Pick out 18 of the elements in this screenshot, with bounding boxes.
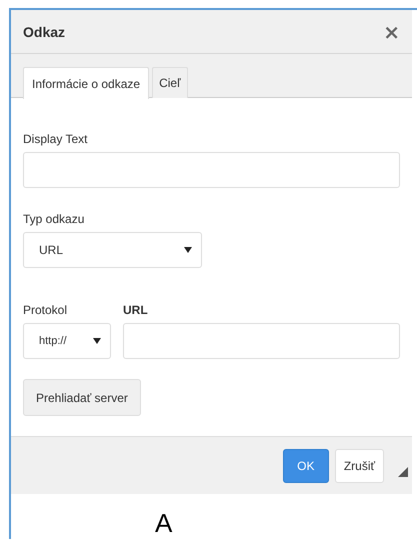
field-label: Typ odkazu (23, 212, 86, 226)
tab[interactable]: Cieľ (152, 67, 188, 98)
browse-button[interactable]: Prehliadať server (23, 379, 141, 416)
field-label: Display Text (23, 132, 88, 146)
dropdown[interactable]: URL (23, 232, 202, 268)
resize-handle-icon[interactable] (398, 466, 408, 476)
letter-label: A (155, 508, 172, 538)
input-field[interactable] (123, 323, 400, 359)
field-label: URL (123, 303, 149, 317)
cancel-button[interactable]: Zrušiť (334, 448, 384, 482)
close-button[interactable]: × (383, 22, 400, 42)
dialog-title: Odkaz (23, 24, 66, 40)
field-label: Protokol (23, 303, 68, 317)
dropdown[interactable]: http:// (23, 323, 111, 359)
input-field[interactable] (23, 152, 400, 188)
caret-icon (93, 338, 101, 344)
caret-icon (184, 247, 192, 253)
tab[interactable]: Informácie o odkaze (23, 67, 150, 99)
